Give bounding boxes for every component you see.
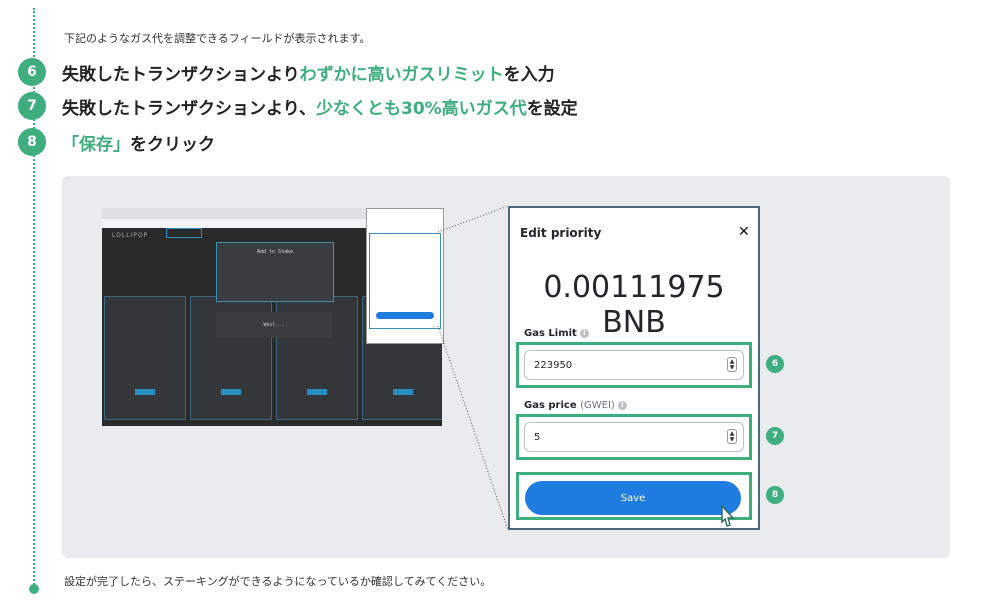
outro-text: 設定が完了したら、ステーキングができるようになっているか確認してみてください。 — [64, 575, 492, 588]
stepper-icon[interactable]: ▲ ▼ — [727, 357, 737, 372]
zoom-connector-lines — [437, 205, 509, 531]
gas-limit-label: Gas Limit i — [524, 328, 589, 339]
info-icon[interactable]: i — [617, 401, 627, 410]
gas-price-label: Gas price (GWEI) i — [524, 400, 627, 411]
gas-limit-input[interactable]: 223950 ▲ ▼ — [524, 350, 744, 380]
highlight-box-gas-price: 5 ▲ ▼ — [516, 414, 752, 460]
step-badge-8: 8 — [766, 486, 784, 504]
gas-price-input[interactable]: 5 ▲ ▼ — [524, 422, 744, 452]
dialog-title: Edit priority — [520, 226, 602, 240]
highlight-box-gas-limit: 223950 ▲ ▼ — [516, 342, 752, 388]
step-badge-6: 6 — [766, 355, 784, 373]
stepper-icon[interactable]: ▲ ▼ — [727, 429, 737, 444]
gas-limit-value: 223950 — [534, 360, 573, 371]
edit-priority-dialog: Edit priority ✕ 0.00111975 BNB Gas Limit… — [508, 206, 760, 530]
step-badge-7: 7 — [766, 427, 784, 445]
gas-price-value: 5 — [534, 432, 541, 443]
info-icon[interactable]: i — [579, 329, 589, 338]
save-button[interactable]: Save — [525, 481, 741, 515]
close-icon[interactable]: ✕ — [738, 224, 750, 240]
mouse-pointer-icon — [721, 504, 735, 527]
